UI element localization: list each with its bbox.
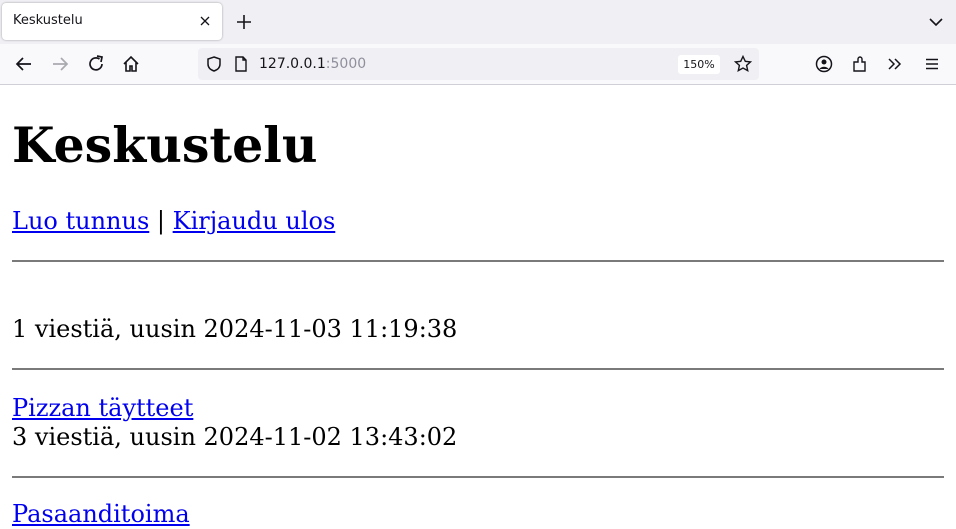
url-port: :5000 <box>325 56 367 72</box>
topic-meta: 1 viestiä, uusin 2024-11-03 11:19:38 <box>12 315 458 343</box>
account-icon[interactable] <box>814 54 834 74</box>
register-link[interactable]: Luo tunnus <box>12 207 149 235</box>
overflow-chevrons-icon[interactable] <box>885 54 905 74</box>
zoom-indicator[interactable]: 150% <box>678 55 720 74</box>
page-title: Keskustelu <box>12 116 318 174</box>
navigation-bar: 127.0.0.1:5000 150% <box>0 44 956 85</box>
close-tab-icon[interactable] <box>196 12 214 30</box>
divider <box>12 368 944 370</box>
topic-link[interactable]: Pizzan täytteet <box>12 393 193 423</box>
home-icon[interactable] <box>120 53 142 75</box>
extensions-icon[interactable] <box>850 54 870 74</box>
logout-link[interactable]: Kirjaudu ulos <box>173 207 336 235</box>
back-icon[interactable] <box>13 53 35 75</box>
menu-icon[interactable] <box>922 54 942 74</box>
divider <box>12 476 944 478</box>
divider <box>12 260 944 262</box>
url-host: 127.0.0.1 <box>259 56 326 72</box>
topic-link[interactable]: Pasaanditoima <box>12 499 190 529</box>
shield-icon[interactable] <box>204 54 224 74</box>
tab-title: Keskustelu <box>13 13 83 28</box>
url-text[interactable]: 127.0.0.1:5000 <box>259 56 366 72</box>
browser-tab[interactable]: Keskustelu <box>2 3 222 40</box>
link-separator: | <box>156 207 165 235</box>
reload-icon[interactable] <box>85 53 107 75</box>
url-bar[interactable]: 127.0.0.1:5000 150% <box>198 48 759 80</box>
forward-icon[interactable] <box>49 53 71 75</box>
new-tab-icon[interactable] <box>234 12 254 32</box>
topic-meta: 3 viestiä, uusin 2024-11-02 13:43:02 <box>12 423 458 451</box>
bookmark-star-icon[interactable] <box>733 54 753 74</box>
tab-strip: Keskustelu <box>0 0 956 44</box>
page-icon[interactable] <box>231 54 251 74</box>
chevron-down-icon[interactable] <box>926 12 946 32</box>
user-links: Luo tunnus | Kirjaudu ulos <box>12 206 335 236</box>
